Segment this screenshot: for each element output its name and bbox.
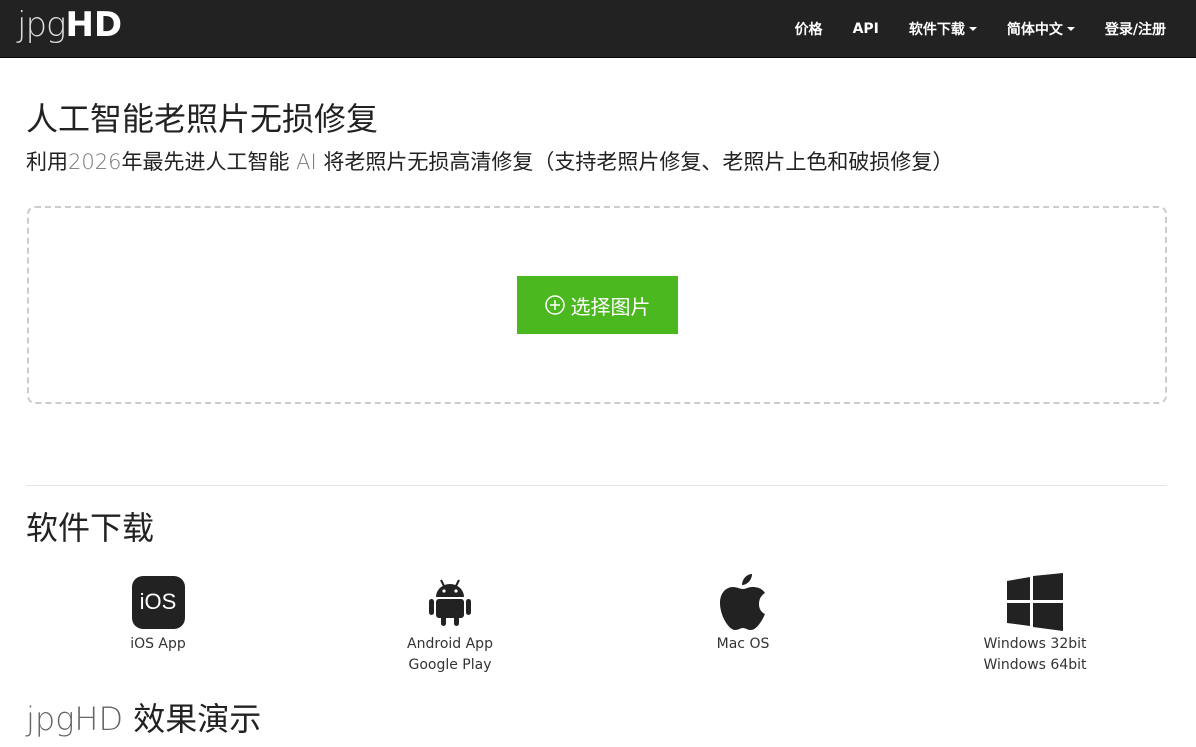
plus-circle-icon xyxy=(544,295,565,315)
page-title: 人工智能老照片无损修复 xyxy=(26,100,379,138)
download-mac[interactable]: Mac OS xyxy=(633,570,853,655)
nav-downloads-dropdown[interactable]: 软件下载 xyxy=(894,0,992,58)
windows-icon-wrap xyxy=(925,570,1145,634)
nav-login[interactable]: 登录/注册 xyxy=(1090,0,1196,58)
demo-heading-text: 效果演示 xyxy=(123,700,262,738)
android-label-1: Android App xyxy=(407,636,493,652)
nav-pricing-label: 价格 xyxy=(794,22,823,38)
lead-year: 2026 xyxy=(68,150,122,174)
download-ios[interactable]: iOS iOS App xyxy=(48,570,268,655)
downloads-heading: 软件下载 xyxy=(26,509,155,547)
demo-heading-brand: jpgHD xyxy=(26,700,124,738)
android-icon-wrap xyxy=(340,570,560,634)
download-windows[interactable]: Windows 32bit Windows 64bit xyxy=(925,570,1145,676)
lead-ai: AI xyxy=(296,150,317,174)
caret-down-icon xyxy=(968,27,977,31)
windows-label-2: Windows 64bit xyxy=(983,657,1087,673)
mac-label: Mac OS xyxy=(716,636,770,652)
lead-part-a: 利用 xyxy=(26,150,68,174)
android-label-2: Google Play xyxy=(408,657,492,673)
upload-dropzone[interactable]: 选择图片 xyxy=(27,206,1167,404)
nav-login-label: 登录/注册 xyxy=(1104,22,1166,38)
page-subtitle: 利用2026年最先进人工智能 AI 将老照片无损高清修复（支持老照片修复、老照片… xyxy=(26,146,953,176)
caret-down-icon xyxy=(1066,27,1075,31)
select-image-label: 选择图片 xyxy=(570,296,651,319)
nav-language-label: 简体中文 xyxy=(1006,22,1063,38)
section-divider xyxy=(26,485,1167,486)
windows-label-1: Windows 32bit xyxy=(983,636,1087,652)
brand-logo-thin: jpg xyxy=(17,5,66,45)
lead-part-b: 年最先进人工智能 xyxy=(121,150,297,174)
download-android[interactable]: Android App Google Play xyxy=(340,570,560,676)
android-icon xyxy=(429,579,471,626)
ios-icon-wrap: iOS xyxy=(48,570,268,634)
nav-menu: 价格 API 软件下载 简体中文 登录/注册 xyxy=(780,0,1196,58)
apple-icon xyxy=(720,574,765,630)
lead-part-c: 将老照片无损高清修复（支持老照片修复、老照片上色和破损修复） xyxy=(316,150,954,174)
windows-icon xyxy=(1007,573,1063,631)
apple-icon-wrap xyxy=(633,570,853,634)
nav-api-label: API xyxy=(852,21,879,37)
demo-heading: jpgHD 效果演示 xyxy=(26,694,261,740)
brand-logo-bold: HD xyxy=(65,5,123,45)
nav-api[interactable]: API xyxy=(838,0,894,58)
ios-label: iOS App xyxy=(130,636,186,652)
nav-pricing[interactable]: 价格 xyxy=(780,0,838,58)
nav-downloads-label: 软件下载 xyxy=(908,22,965,38)
nav-language-dropdown[interactable]: 简体中文 xyxy=(992,0,1090,58)
ios-icon: iOS xyxy=(131,575,185,629)
select-image-button[interactable]: 选择图片 xyxy=(517,276,678,334)
navbar: jpg HD 价格 API 软件下载 简体中文 登录/注册 xyxy=(0,0,1196,58)
brand-logo[interactable]: jpg HD xyxy=(17,2,122,54)
